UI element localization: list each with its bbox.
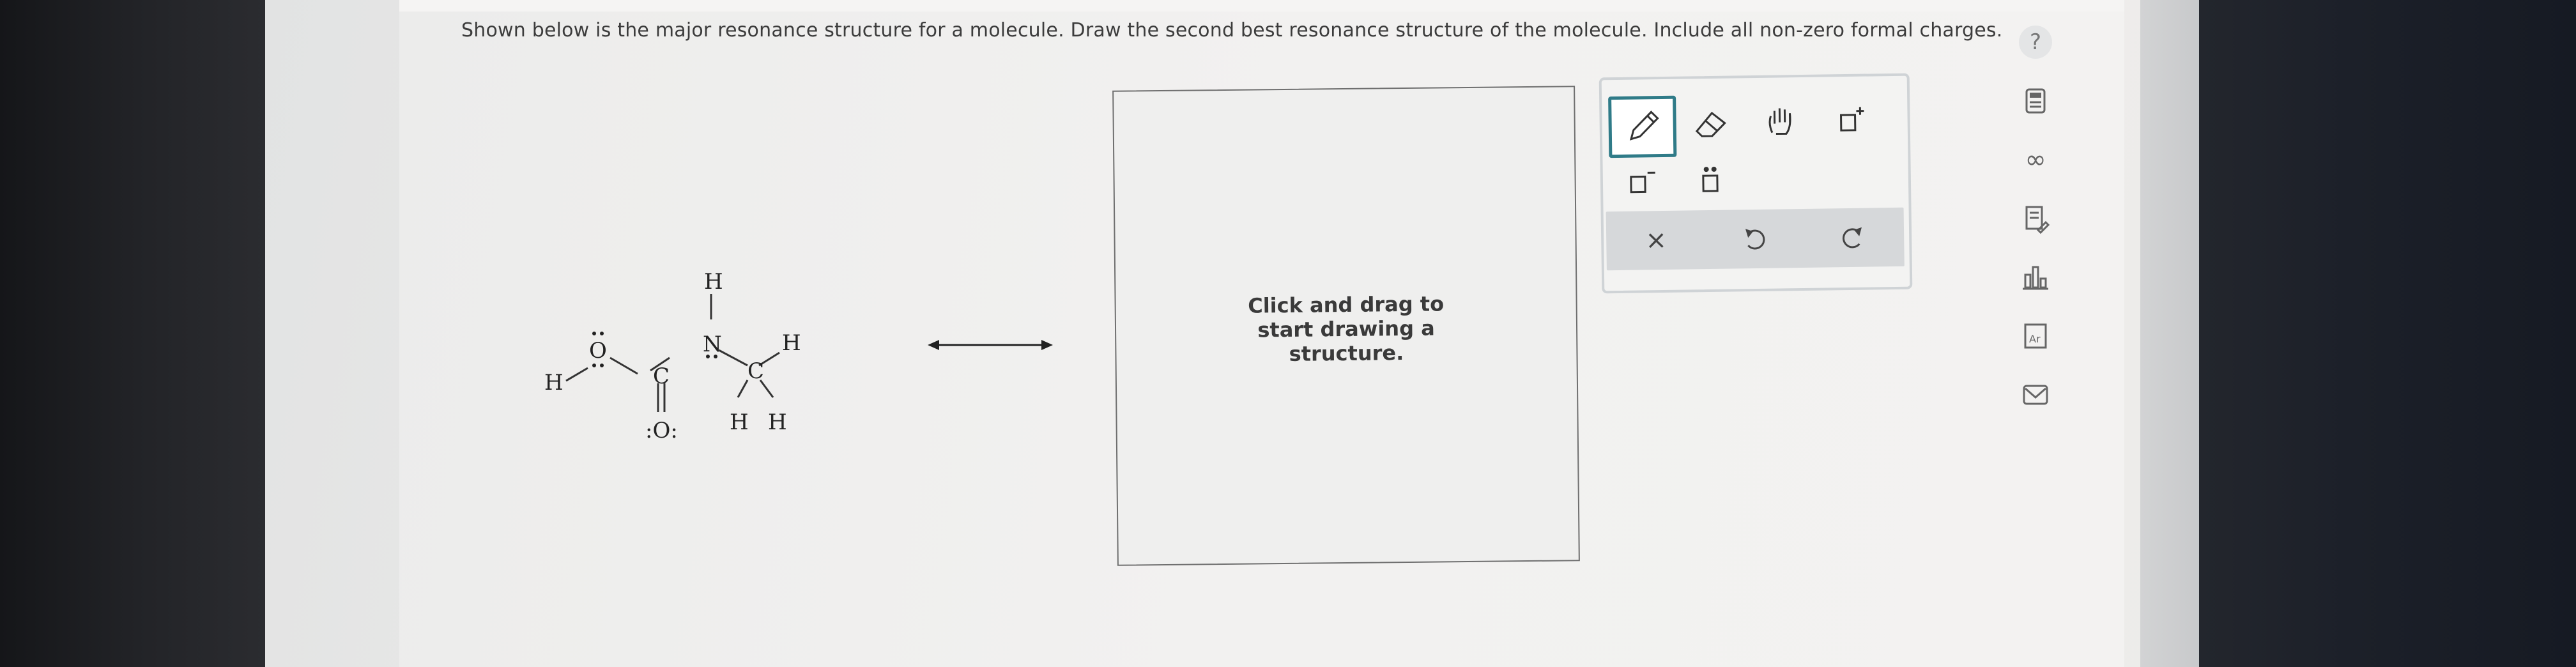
atom-n: N: [703, 332, 722, 357]
eraser-tool-button[interactable]: [1678, 95, 1740, 150]
redo-button[interactable]: [1827, 211, 1879, 263]
negative-charge-tool-button[interactable]: [1609, 155, 1671, 210]
help-label: ?: [2029, 29, 2042, 55]
drawing-toolbar: ×: [1598, 73, 1913, 294]
infinity-icon: ∞: [2025, 145, 2046, 174]
atom-h-bottom-left: H: [730, 410, 749, 435]
bar-chart-icon: [2023, 266, 2048, 290]
positive-charge-tool-button[interactable]: [1819, 93, 1881, 148]
undo-icon: [1745, 229, 1765, 250]
negative-charge-icon: [1630, 171, 1655, 194]
toolbar-action-strip: ×: [1606, 207, 1905, 271]
top-bar: [399, 0, 2124, 12]
infinity-button[interactable]: ∞: [2019, 143, 2052, 176]
atom-h-on-n: H: [704, 269, 723, 295]
mail-icon: [2023, 385, 2048, 405]
calculator-button[interactable]: [2019, 84, 2052, 118]
help-button[interactable]: ?: [2019, 26, 2052, 59]
clear-button[interactable]: ×: [1630, 215, 1682, 266]
lone-pair-tool-button[interactable]: [1679, 153, 1741, 209]
atom-c-carbonyl: C: [653, 364, 670, 389]
atom-h-left: H: [544, 370, 564, 395]
notes-icon: [2025, 206, 2050, 234]
atom-o-single: O: [589, 338, 607, 364]
periodic-table-icon: Ar: [2024, 323, 2047, 349]
atom-o-double: :O:: [645, 418, 678, 443]
pencil-tool-button[interactable]: [1608, 95, 1677, 158]
lone-pair-icon: [1702, 166, 1719, 192]
eraser-icon: [1695, 111, 1726, 137]
positive-charge-icon: [1840, 107, 1864, 132]
atom-h-right: H: [782, 330, 801, 356]
drawing-canvas[interactable]: Click and drag to start drawing a struct…: [1112, 86, 1580, 566]
mail-button[interactable]: [2019, 378, 2052, 411]
clear-icon: ×: [1645, 225, 1667, 256]
bar-chart-button[interactable]: [2019, 261, 2052, 294]
hand-icon: [1768, 108, 1791, 135]
atom-h-bottom-right: H: [768, 410, 787, 435]
periodic-table-button[interactable]: Ar: [2019, 319, 2052, 353]
hand-tool-button[interactable]: [1749, 94, 1811, 150]
question-text: Shown below is the major resonance struc…: [461, 19, 2003, 42]
right-panel: [2140, 0, 2201, 667]
redo-icon: [1843, 227, 1862, 249]
undo-button[interactable]: [1729, 213, 1781, 264]
periodic-table-label: Ar: [2029, 333, 2041, 345]
monitor-bezel-right: [2199, 0, 2576, 667]
molecule-structure: H O C :O: H N C H H H: [544, 269, 801, 443]
notes-button[interactable]: [2019, 202, 2052, 235]
pencil-icon: [1629, 111, 1659, 141]
atom-c-methyl: C: [747, 358, 764, 384]
monitor-bezel-left: [0, 0, 268, 667]
resonance-arrow: [928, 340, 1053, 350]
calculator-icon: [2025, 88, 2046, 114]
canvas-hint-text: Click and drag to start drawing a struct…: [1248, 291, 1445, 366]
